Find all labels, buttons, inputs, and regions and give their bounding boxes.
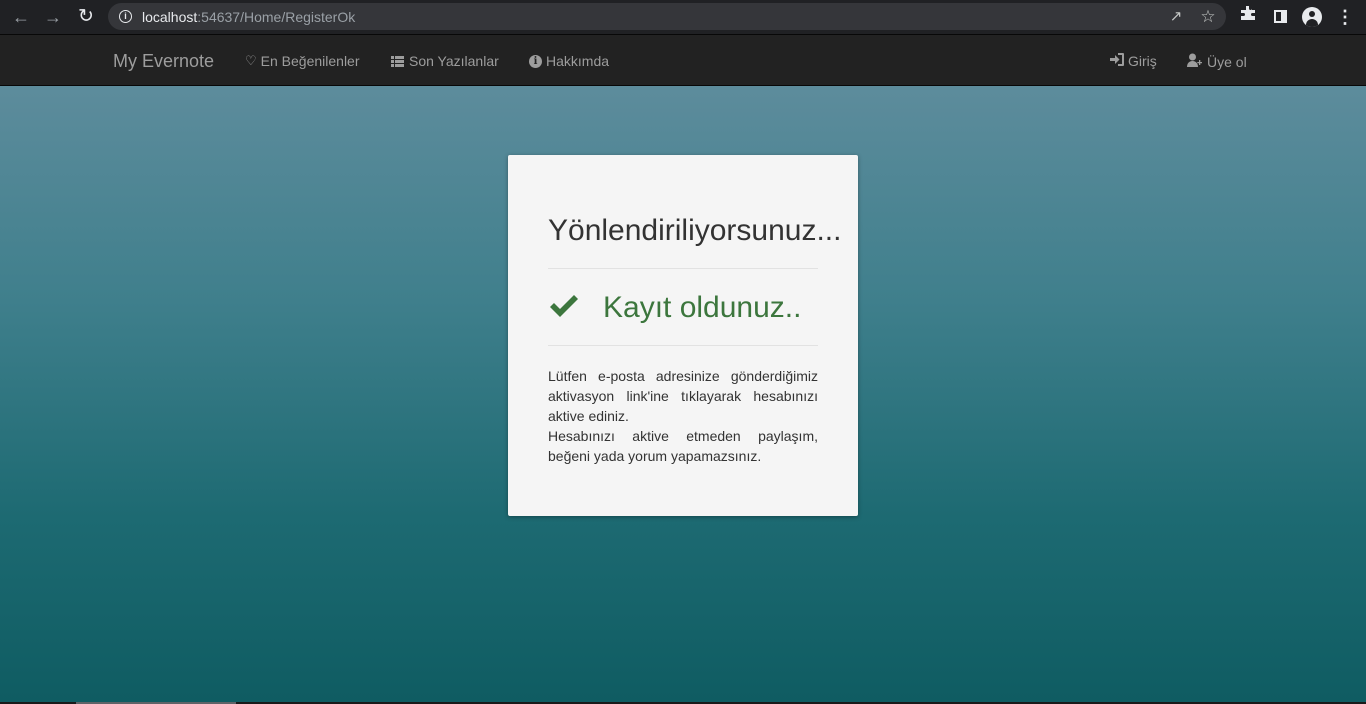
activation-warning: Hesabınızı aktive etmeden paylaşım, beğe… [548,428,818,464]
info-icon: i [529,54,542,68]
browser-menu-icon[interactable]: ⋮ [1333,5,1357,29]
address-bar[interactable]: i localhost:54637/Home/RegisterOk ↗ ☆ [108,3,1226,30]
success-row: Kayıt oldunuz.. [548,288,801,328]
reload-icon[interactable]: ↻ [74,5,98,29]
divider [548,345,818,346]
forward-arrow-icon[interactable]: → [41,5,65,29]
url-path: :54637/Home/RegisterOk [197,9,356,25]
list-icon [391,55,404,67]
check-icon [548,292,580,324]
profile-avatar-icon[interactable] [1300,5,1324,29]
browser-toolbar: ← → ↻ i localhost:54637/Home/RegisterOk … [0,0,1366,34]
share-icon[interactable]: ↗ [1165,6,1187,28]
nav-link-label: Hakkımda [546,53,610,69]
brand-link[interactable]: My Evernote [113,51,214,72]
login-icon [1110,53,1124,69]
heart-icon: ♡ [245,53,257,68]
side-panel-icon[interactable] [1268,5,1292,29]
nav-link-favorites[interactable]: ♡ En Beğenilenler [245,53,360,69]
nav-link-latest[interactable]: Son Yazılanlar [391,53,499,69]
app-navbar: My Evernote ♡ En Beğenilenler Son Yazıla… [0,34,1366,86]
bookmark-star-icon[interactable]: ☆ [1197,6,1219,28]
nav-link-login[interactable]: Giriş [1110,53,1157,69]
nav-link-label: Giriş [1128,53,1157,69]
nav-link-label: En Beğenilenler [260,53,360,69]
redirect-card: Yönlendiriliyorsunuz... Kayıt oldunuz.. … [508,155,858,516]
back-arrow-icon[interactable]: ← [9,5,33,29]
page-title: Yönlendiriliyorsunuz... [548,214,842,247]
nav-link-label: Son Yazılanlar [409,53,499,69]
url-host: localhost [142,9,198,25]
nav-link-register[interactable]: Üye ol [1187,53,1247,70]
url-text[interactable]: localhost:54637/Home/RegisterOk [142,9,355,25]
site-info-icon[interactable]: i [119,10,132,23]
nav-link-label: Üye ol [1207,53,1247,70]
extensions-puzzle-icon[interactable] [1236,5,1260,29]
nav-link-about[interactable]: i Hakkımda [529,53,609,69]
success-message: Kayıt oldunuz.. [603,291,802,324]
activation-instruction: Lütfen e-posta adresinize gönderdiğimiz … [548,368,818,424]
divider [548,268,818,269]
activation-message: Lütfen e-posta adresinize gönderdiğimiz … [548,366,818,466]
user-plus-icon [1187,53,1203,70]
